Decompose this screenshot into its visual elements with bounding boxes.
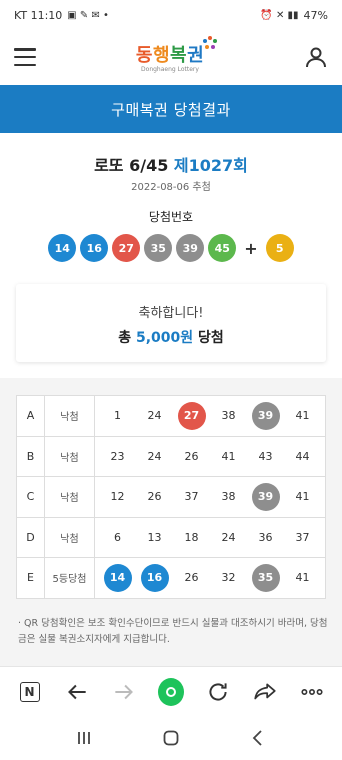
matched-number: 16 [140,563,169,592]
logo-text: 동행복권 [135,45,205,66]
round-title: 로또 6/45 제1027회 [0,152,342,176]
ticket-row-id: C [16,476,45,518]
matched-number: 39 [251,401,280,430]
prize-amount: 5,000원 [135,330,194,346]
site-header: 동행복권 Donghaeng Lottery [0,30,342,84]
ticket-row-id: A [16,395,45,437]
browser-toolbar: N [0,666,342,716]
menu-icon[interactable] [14,48,36,66]
naver-home-button[interactable]: N [17,679,43,705]
ticket-number: 24 [147,449,162,463]
ticket-row-numbers: 14 16 26 32 35 41 [94,557,326,599]
ticket-number: 6 [114,530,121,544]
congrats-message: 축하합니다! [138,306,204,321]
ticket-number: 41 [221,449,236,463]
ticket-number: 41 [295,490,310,504]
more-icon[interactable] [299,679,325,705]
notice-text: · QR 당첨확인은 보조 확인수단이므로 반드시 실물과 대조하시기 바라며,… [18,618,328,645]
ticket-number: 24 [147,409,162,423]
draw-date: 2022-08-06 추첨 [131,182,211,193]
ticket-row-id: D [16,516,45,558]
matched-number: 39 [251,482,280,511]
home-icon[interactable] [161,728,181,748]
ticket-row-id: B [16,435,45,477]
home-button[interactable] [157,677,184,706]
ticket-table: A 낙첨 1 24 27 38 39 41 B 낙첨 23 24 26 41 43 44 C 낙첨 12 26 37 38… [16,395,326,599]
ticket-number: 24 [221,530,236,544]
ticket-row-result: 낙첨 [44,395,95,437]
ticket-row: E 5등당첨 14 16 26 32 35 41 [16,557,326,599]
logo-burst-icon [203,36,218,49]
back-icon[interactable] [64,679,90,705]
prize-total: 총 5,000원 당첨 [118,330,224,346]
ticket-number: 12 [110,490,125,504]
matched-number: 27 [177,401,206,430]
ticket-row-numbers: 23 24 26 41 43 44 [94,435,326,477]
ticket-number: 43 [258,449,273,463]
system-icons: ⏰ ✕ ▮▮ [260,9,299,21]
ticket-number: 1 [114,409,121,423]
recent-apps-icon[interactable] [74,728,94,748]
winning-ball: 16 [80,234,109,262]
winning-ball: 45 [208,234,237,262]
ticket-row-numbers: 12 26 37 38 39 41 [94,476,326,518]
ticket-row-numbers: 6 13 18 24 36 37 [94,516,326,558]
ticket-row: A 낙첨 1 24 27 38 39 41 [16,395,326,437]
ticket-number: 37 [295,530,310,544]
game-name: 로또 6/45 [94,156,169,175]
ticket-row-result: 5등당첨 [44,557,95,599]
ticket-row-numbers: 1 24 27 38 39 41 [94,395,326,437]
winning-ball: 27 [112,234,141,262]
winning-ball: 14 [48,234,77,262]
user-icon[interactable] [304,45,328,69]
ticket-number: 38 [221,490,236,504]
ticket-row-result: 낙첨 [44,435,95,477]
winning-numbers: 14 16 27 35 39 45 +5 [0,234,342,262]
green-dot-icon [157,677,184,706]
ticket-row: B 낙첨 23 24 26 41 43 44 [16,435,326,477]
notification-icons: ▣ ✎ ✉ • [67,9,109,21]
page-title: 구매복권 당첨결과 [111,100,231,119]
bonus-ball: 5 [265,234,294,262]
ticket-row: D 낙첨 6 13 18 24 36 37 [16,516,326,558]
refresh-icon[interactable] [205,679,231,705]
system-navbar [0,716,342,760]
round-number: 제1027회 [173,156,248,175]
ticket-number: 32 [221,571,236,585]
congrats-card: 축하합니다! 총 5,000원 당첨 [16,284,326,362]
ticket-number: 23 [110,449,125,463]
ticket-number: 44 [295,449,310,463]
ticket-number: 37 [184,490,199,504]
ticket-number: 41 [295,571,310,585]
ticket-row-id: E [16,557,45,599]
site-logo[interactable]: 동행복권 Donghaeng Lottery [135,36,218,73]
ticket-number: 26 [147,490,162,504]
matched-number: 35 [251,563,280,592]
logo-subtitle: Donghaeng Lottery [141,66,199,73]
ticket-number: 13 [147,530,162,544]
matched-number: 14 [103,563,132,592]
winning-numbers-label: 당첨번호 [148,210,194,224]
back-nav-icon[interactable] [248,728,268,748]
ticket-row-result: 낙첨 [44,476,95,518]
ticket-number: 36 [258,530,273,544]
status-bar: KT 11:10 ▣ ✎ ✉ • ⏰ ✕ ▮▮ 47% [0,0,342,30]
ticket-row-result: 낙첨 [44,516,95,558]
winning-ball: 35 [144,234,173,262]
forward-icon[interactable] [111,679,137,705]
naver-n-icon: N [19,681,40,702]
ticket-number: 38 [221,409,236,423]
carrier-time: KT 11:10 [14,8,63,22]
ticket-number: 41 [295,409,310,423]
share-icon[interactable] [252,679,278,705]
winning-ball: 39 [176,234,205,262]
battery-level: 47% [303,8,328,22]
ticket-row: C 낙첨 12 26 37 38 39 41 [16,476,326,518]
ticket-number: 26 [184,449,199,463]
ticket-number: 26 [184,571,199,585]
bonus-plus: + [244,238,258,258]
page-banner: 구매복권 당첨결과 [0,85,342,133]
ticket-number: 18 [184,530,199,544]
